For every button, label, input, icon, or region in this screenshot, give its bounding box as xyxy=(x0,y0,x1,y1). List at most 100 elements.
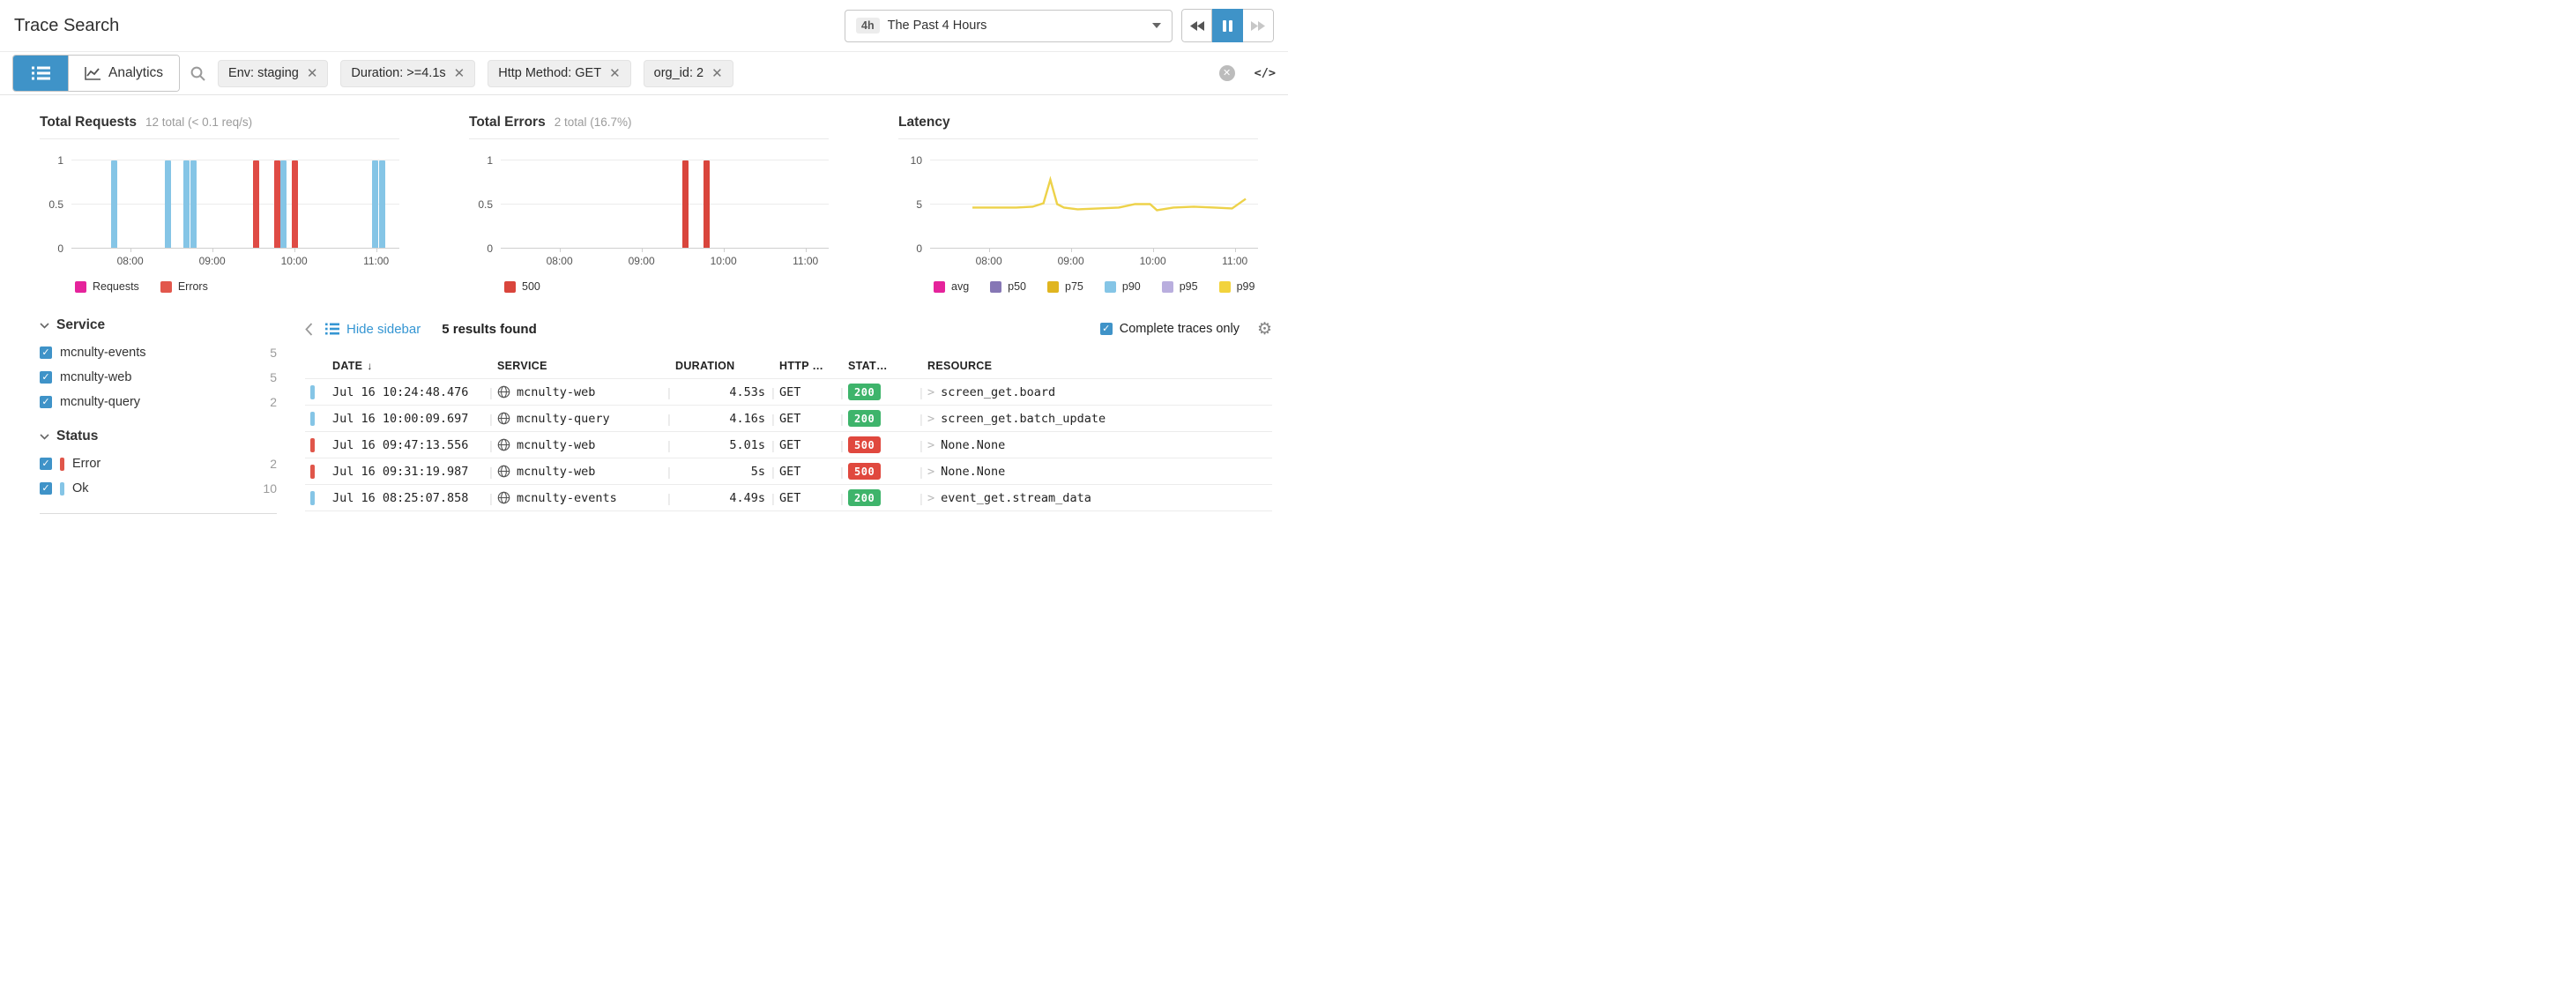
column-header-service[interactable]: SERVICE xyxy=(497,360,663,372)
latency-chart: 0510 xyxy=(898,160,1258,249)
chart-bar xyxy=(704,160,710,248)
legend-item[interactable]: 500 xyxy=(504,280,540,293)
complete-traces-label: Complete traces only xyxy=(1120,322,1240,336)
collapse-sidebar-button[interactable] xyxy=(305,323,313,336)
pause-button[interactable] xyxy=(1212,9,1243,42)
filter-pill[interactable]: org_id: 2 ✕ xyxy=(644,60,733,87)
column-header-date[interactable]: DATE↓ xyxy=(323,360,485,372)
trace-status-cell: 200 xyxy=(848,384,915,400)
column-separator: | xyxy=(663,465,675,479)
gridline xyxy=(501,204,829,205)
trace-resource: >screen_get.batch_update xyxy=(927,412,1272,426)
legend-item[interactable]: Errors xyxy=(160,280,208,293)
legend-item[interactable]: avg xyxy=(934,280,969,293)
facet-section-header[interactable]: Status xyxy=(40,428,291,444)
chart-bar xyxy=(292,160,298,248)
table-row[interactable]: Jul 16 09:31:19.987 | mcnulty-web | 5s |… xyxy=(305,458,1272,485)
checkbox-checked-icon[interactable]: ✓ xyxy=(40,396,52,408)
facet-section-header[interactable]: Service xyxy=(40,317,291,333)
remove-filter-icon[interactable]: ✕ xyxy=(609,67,621,80)
rewind-button[interactable] xyxy=(1181,9,1212,42)
column-header-duration[interactable]: DURATION xyxy=(675,360,767,372)
trace-table-body: Jul 16 10:24:48.476 | mcnulty-web | 4.53… xyxy=(305,379,1272,511)
filter-pill[interactable]: Http Method: GET ✕ xyxy=(488,60,630,87)
column-separator: | xyxy=(915,412,927,426)
checkbox-checked-icon[interactable]: ✓ xyxy=(40,482,52,495)
status-color-swatch xyxy=(60,482,64,496)
table-row[interactable]: Jul 16 10:24:48.476 | mcnulty-web | 4.53… xyxy=(305,379,1272,406)
query-code-icon[interactable]: </> xyxy=(1254,66,1276,80)
y-axis-label: 0 xyxy=(487,243,493,254)
y-axis: 00.51 xyxy=(40,160,71,249)
remove-filter-icon[interactable]: ✕ xyxy=(454,67,465,80)
column-separator: | xyxy=(767,438,779,452)
facet-item[interactable]: ✓ Ok 10 xyxy=(40,476,291,501)
trace-resource: >screen_get.board xyxy=(927,385,1272,399)
gear-icon[interactable]: ⚙ xyxy=(1257,321,1272,338)
axis-tick xyxy=(1153,249,1154,252)
rewind-icon xyxy=(1190,21,1204,31)
column-header-status[interactable]: STAT… xyxy=(848,360,915,372)
hide-sidebar-link[interactable]: Hide sidebar xyxy=(325,322,421,337)
filter-pill[interactable]: Duration: >=4.1s ✕ xyxy=(340,60,475,87)
x-axis-label: 10:00 xyxy=(281,255,308,267)
legend-item[interactable]: p75 xyxy=(1047,280,1083,293)
clear-search-icon[interactable]: ✕ xyxy=(1219,65,1235,81)
chevron-down-icon xyxy=(40,323,49,329)
legend-item[interactable]: p99 xyxy=(1219,280,1255,293)
x-axis-label: 08:00 xyxy=(547,255,573,267)
trace-date: Jul 16 09:31:19.987 xyxy=(323,465,485,479)
legend-label: Errors xyxy=(178,280,208,293)
trace-resource-name: screen_get.board xyxy=(941,385,1055,399)
chart-bar xyxy=(372,160,378,248)
time-range-picker[interactable]: 4h The Past 4 Hours xyxy=(845,10,1173,42)
facet-item[interactable]: ✓ Error 2 xyxy=(40,451,291,476)
checkbox-checked-icon[interactable]: ✓ xyxy=(1100,323,1113,335)
remove-filter-icon[interactable]: ✕ xyxy=(711,67,723,80)
checkbox-checked-icon[interactable]: ✓ xyxy=(40,371,52,384)
table-row[interactable]: Jul 16 10:00:09.697 | mcnulty-query | 4.… xyxy=(305,406,1272,432)
legend-label: p99 xyxy=(1237,280,1255,293)
column-separator: | xyxy=(836,465,848,479)
globe-icon xyxy=(497,385,510,399)
legend-item[interactable]: p50 xyxy=(990,280,1026,293)
chart-bar xyxy=(682,160,689,248)
analytics-button[interactable]: Analytics xyxy=(68,56,179,91)
facet-section-title: Service xyxy=(56,317,105,333)
chart-title: Total Errors xyxy=(469,115,546,130)
list-view-button[interactable] xyxy=(13,56,68,91)
column-header-resource[interactable]: RESOURCE xyxy=(927,360,1272,372)
facet-item[interactable]: ✓ mcnulty-events 5 xyxy=(40,340,291,365)
chart-subtitle: 2 total (16.7%) xyxy=(555,115,632,129)
chart-legend: avg p50 p75 p90 p95 p99 xyxy=(934,280,1258,293)
trace-http-method: GET xyxy=(779,465,836,479)
chart-legend: 500 xyxy=(504,280,829,293)
checkbox-checked-icon[interactable]: ✓ xyxy=(40,346,52,359)
complete-traces-toggle[interactable]: ✓ Complete traces only xyxy=(1100,322,1240,336)
legend-item[interactable]: Requests xyxy=(75,280,139,293)
facet-sections: Service ✓ mcnulty-events 5 ✓ mcnulty-web… xyxy=(40,317,291,501)
total-requests-chart: 00.51 xyxy=(40,160,399,249)
legend-item[interactable]: p90 xyxy=(1105,280,1141,293)
column-separator: | xyxy=(836,385,848,399)
trace-service: mcnulty-query xyxy=(497,412,663,426)
legend-item[interactable]: p95 xyxy=(1162,280,1198,293)
table-row[interactable]: Jul 16 08:25:07.858 | mcnulty-events | 4… xyxy=(305,485,1272,511)
search-bar[interactable]: Env: staging ✕ Duration: >=4.1s ✕ Http M… xyxy=(180,60,1246,87)
table-row[interactable]: Jul 16 09:47:13.556 | mcnulty-web | 5.01… xyxy=(305,432,1272,458)
column-separator: | xyxy=(836,412,848,426)
forward-button[interactable] xyxy=(1243,9,1274,42)
remove-filter-icon[interactable]: ✕ xyxy=(307,67,318,80)
x-axis: 08:0009:0010:0011:00 xyxy=(501,249,829,268)
checkbox-checked-icon[interactable]: ✓ xyxy=(40,458,52,470)
chart-title: Total Requests xyxy=(40,115,137,130)
column-header-http-method[interactable]: HTTP … xyxy=(779,360,836,372)
facet-item-count: 10 xyxy=(263,481,277,496)
facet-item[interactable]: ✓ mcnulty-web 5 xyxy=(40,365,291,390)
facet-item[interactable]: ✓ mcnulty-query 2 xyxy=(40,390,291,414)
time-range-label: The Past 4 Hours xyxy=(888,19,987,33)
legend-label: Requests xyxy=(93,280,139,293)
x-axis: 08:0009:0010:0011:00 xyxy=(930,249,1258,268)
results-header: Hide sidebar 5 results found ✓ Complete … xyxy=(305,314,1272,344)
filter-pill[interactable]: Env: staging ✕ xyxy=(218,60,328,87)
